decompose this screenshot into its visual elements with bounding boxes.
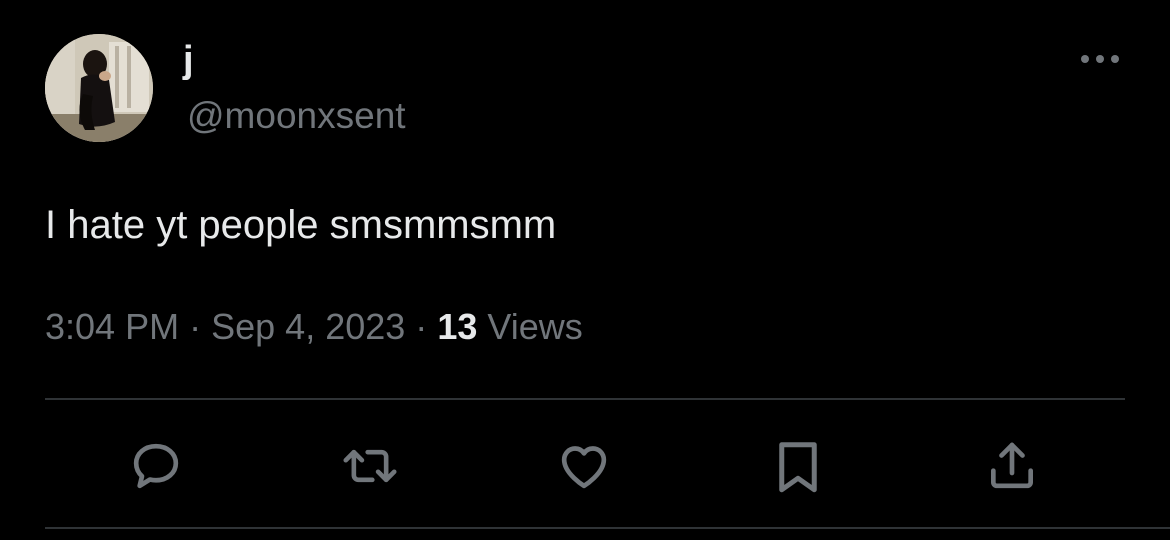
more-horizontal-icon xyxy=(1081,55,1119,63)
reply-bubble-icon xyxy=(133,443,179,489)
like-button[interactable] xyxy=(554,436,614,496)
divider xyxy=(45,527,1170,529)
meta-separator: · xyxy=(189,306,202,347)
avatar-photo xyxy=(45,34,153,142)
tweet-text: I hate yt people smsmmsmm xyxy=(45,203,557,247)
user-handle[interactable]: @moonxsent xyxy=(187,94,406,138)
retweet-icon xyxy=(343,449,397,483)
share-upload-icon xyxy=(991,442,1033,489)
bookmark-button[interactable] xyxy=(768,436,828,496)
share-button[interactable] xyxy=(982,436,1042,496)
heart-icon xyxy=(561,446,607,489)
divider xyxy=(45,398,1125,400)
more-options-button[interactable] xyxy=(1076,44,1124,74)
avatar[interactable] xyxy=(45,34,153,142)
views-count: 13 xyxy=(437,306,478,347)
views-label: Views xyxy=(487,306,583,347)
meta-separator: · xyxy=(415,306,428,347)
reply-button[interactable] xyxy=(126,436,186,496)
tweet-meta: 3:04 PM · Sep 4, 2023 · 13 Views xyxy=(45,304,583,350)
display-name[interactable]: j xyxy=(183,38,194,82)
bookmark-icon xyxy=(779,442,817,493)
retweet-button[interactable] xyxy=(340,436,400,496)
tweet-date[interactable]: Sep 4, 2023 xyxy=(211,306,405,347)
tweet-time[interactable]: 3:04 PM xyxy=(45,306,179,347)
action-bar xyxy=(0,430,1170,510)
